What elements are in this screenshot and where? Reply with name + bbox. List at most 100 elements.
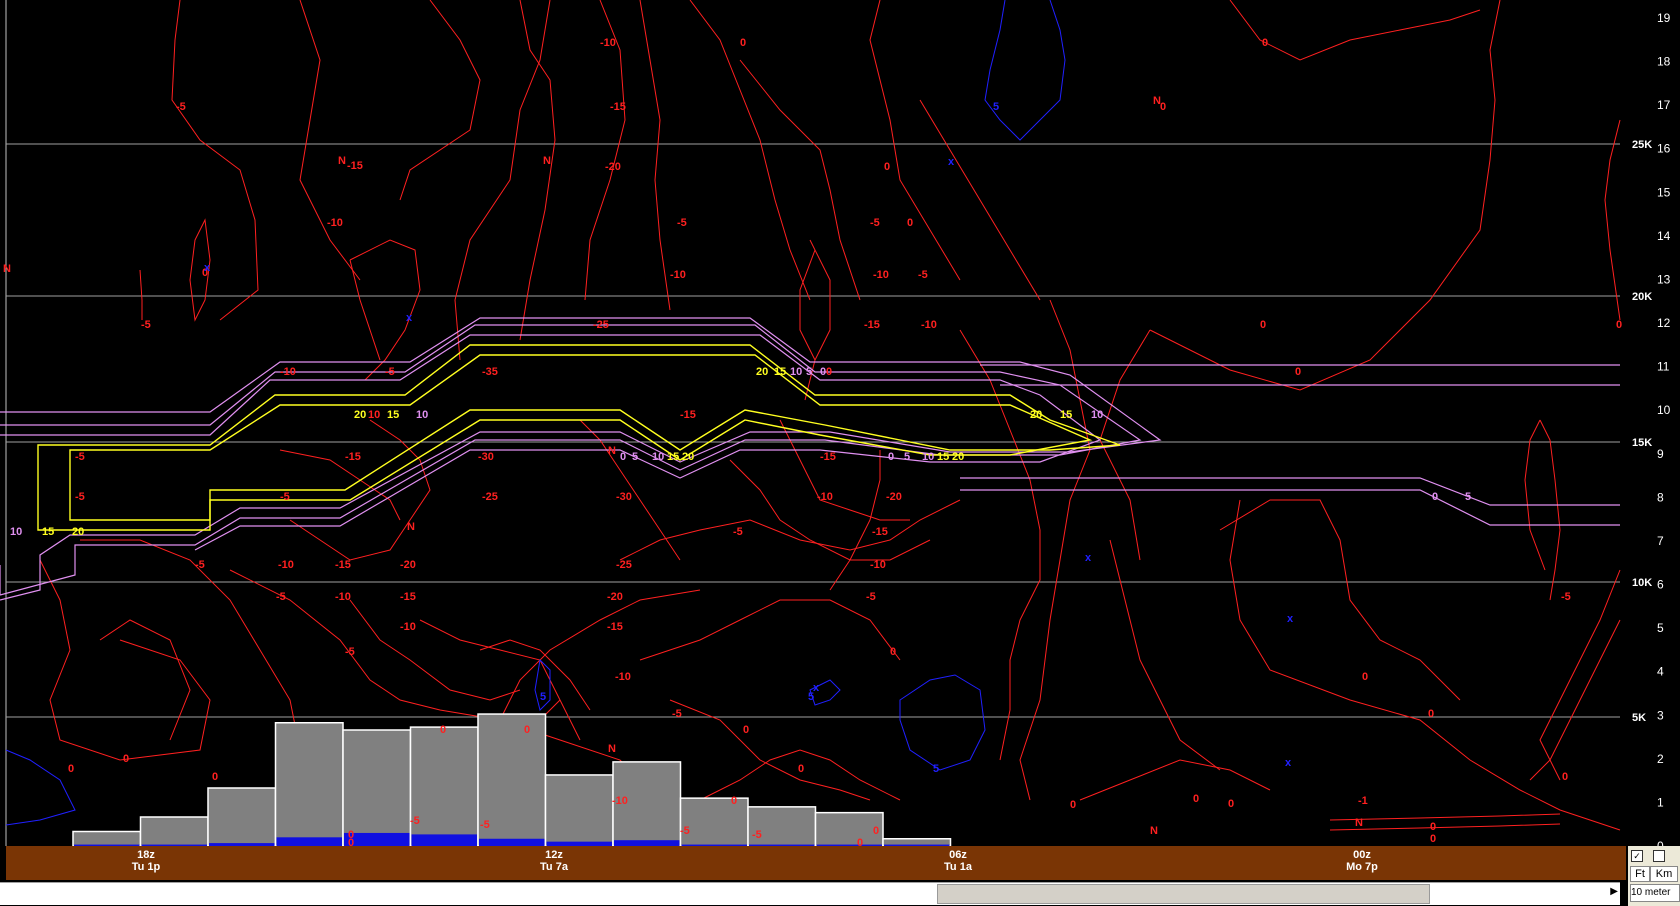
contour-label: -5 [733,526,743,538]
icing-label: 5 [1465,491,1471,503]
icing-label: 10 [922,451,934,463]
precip-bar [274,722,344,846]
icing-label: 10 [1091,409,1103,421]
contour-label: -10 [921,319,937,331]
contour-label: 0 [1262,37,1268,49]
contour-label: 0 [873,825,879,837]
icing-label: 15 [774,366,786,378]
altitude-feet-label: 25K [1632,139,1652,151]
precip-bar [679,797,749,846]
freezing-marker: x [406,312,413,324]
contour-label: 0 [1295,366,1301,378]
contour-label: 0 [1070,799,1076,811]
contour-label: -1 [1358,795,1368,807]
contour-label: 0 [1562,771,1568,783]
icing-label: 10 [652,451,664,463]
contour-label: -5 [195,559,205,571]
freezing-label: 5 [933,763,939,775]
contour-label: 10 [368,409,380,421]
contour-label: 0 [1616,319,1622,331]
altitude-tick-label: 7 [1657,534,1664,548]
contour-label: -5 [680,825,690,837]
contour-label: -5 [276,591,286,603]
freezing-marker: x [948,156,955,168]
freezing-label: 5 [993,101,999,113]
altitude-feet-markers: 25K 20K 15K 10K 5K [1632,139,1652,724]
precip-bar [544,774,614,846]
icing-yellow-band [37,344,1121,531]
contour-label: 0 [731,795,737,807]
altitude-feet-label: 10K [1632,577,1652,589]
icing-label: 0 [1432,491,1438,503]
horizontal-scrollbar[interactable]: ▶ [0,882,1620,905]
freezing-marker: x [1085,552,1092,564]
contour-label: -5 [280,491,290,503]
contour-label: -5 [866,591,876,603]
contour-label: -15 [820,451,836,463]
contour-label: N [608,445,616,457]
contour-label: -20 [886,491,902,503]
icing-label: 20 [354,409,366,421]
temperature-contours [39,0,1621,831]
contour-label: -15 [345,451,361,463]
contour-label: -35 [482,366,498,378]
icing-label: 10 [416,409,428,421]
icing-label: 15 [1060,409,1072,421]
contour-label: -5 [1561,591,1571,603]
level-selector[interactable]: 10 meter [1630,884,1680,902]
icing-label: 15 [937,451,949,463]
contour-label: -15 [610,101,626,113]
altitude-axis: 191817161514131211109876543210 [1657,11,1671,846]
contour-label: 0 [68,763,74,775]
time-tick-12z: 12z Tu 7a [540,849,568,873]
contour-label: -10 [335,591,351,603]
contour-label: -15 [680,409,696,421]
icing-label: 5 [904,451,910,463]
icing-label: 5 [806,366,812,378]
icing-label: 15 [42,526,54,538]
altitude-tick-label: 15 [1657,185,1671,199]
contour-label: -5 [672,708,682,720]
contour-label: -10 [615,671,631,683]
contour-label: -5 [176,101,186,113]
contour-label: 0 [1428,708,1434,720]
freezing-label: 5 [540,691,546,703]
altitude-tick-label: 11 [1657,360,1670,374]
vertical-cross-section-plot: -10 0 0 -5 -15 N 0 5 N -15 N -20 0 x -10… [0,0,1671,846]
contour-label: -10 [870,559,886,571]
contour-label: -25 [593,319,609,331]
units-checkbox-unchecked[interactable] [1653,850,1665,862]
contour-label: 0 [798,763,804,775]
contour-label: -15 [335,559,351,571]
contour-label: -10 [873,269,889,281]
contour-label: -5 [141,319,151,331]
feet-button[interactable]: Ft [1630,866,1650,882]
icing-pink-band [0,317,1620,601]
contour-label: -5 [677,217,687,229]
contour-label: -10 [280,366,296,378]
contour-label: 0 [890,646,896,658]
units-panel: ✓ Ft Km 10 meter [1628,846,1680,906]
icing-label: 15 [387,409,399,421]
freezing-label: 5 [808,691,814,703]
contour-label: -5 [410,815,420,827]
icing-label: 10 [790,366,802,378]
altitude-tick-label: 3 [1657,708,1664,722]
precip-bar-fill [276,837,342,846]
kilometers-button[interactable]: Km [1650,866,1678,882]
contour-label: N [338,155,346,167]
freezing-marker: x [204,262,211,274]
contour-label: -5 [918,269,928,281]
contour-label: -20 [607,591,623,603]
icing-label: 10 [10,526,22,538]
contour-label: N [608,743,616,755]
units-checkbox-checked[interactable]: ✓ [1631,850,1643,862]
altitude-tick-label: 4 [1657,665,1664,679]
scroll-right-arrow-icon[interactable]: ▶ [1610,886,1618,897]
scrollbar-thumb[interactable] [937,884,1430,904]
contour-label: N [1355,817,1363,829]
altitude-tick-label: 0 [1657,839,1664,846]
altitude-tick-label: 13 [1657,272,1671,286]
altitude-tick-label: 18 [1657,55,1671,69]
contour-label: -5 [480,819,490,831]
